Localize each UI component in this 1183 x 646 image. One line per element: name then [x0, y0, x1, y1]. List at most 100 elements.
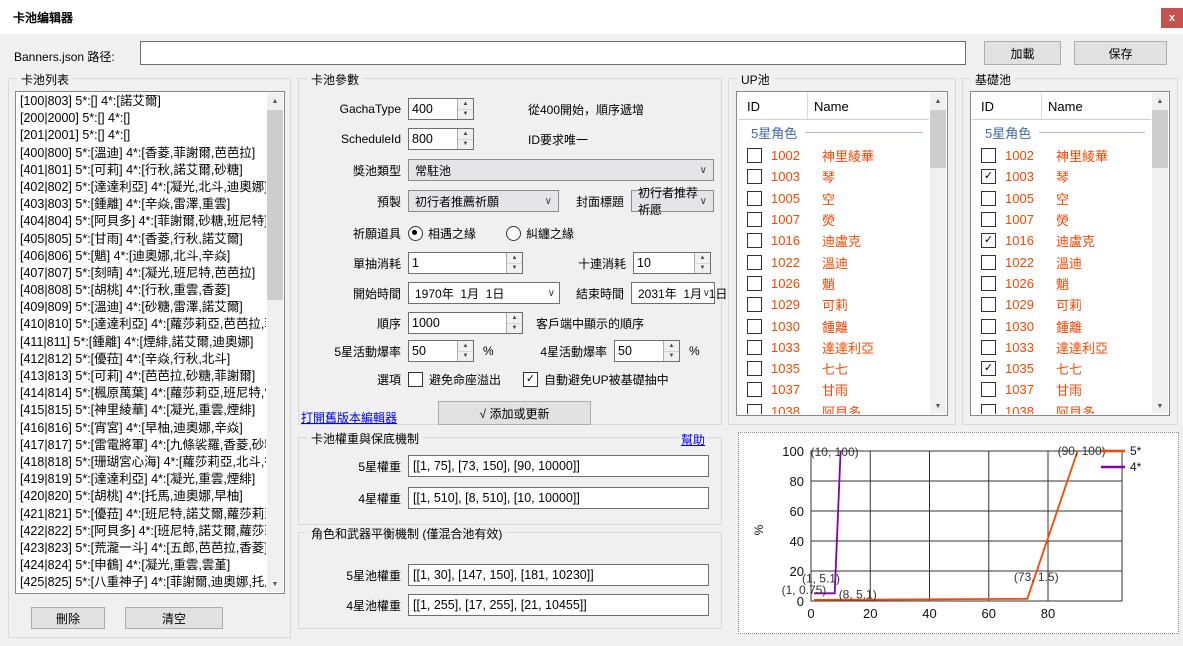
scroll-thumb[interactable] [267, 110, 283, 300]
list-item[interactable]: [421|821] 5*:[優菈] 4*:[班尼特,諾艾爾,蘿莎莉亞] [17, 506, 266, 523]
auto-avoid-up-checkbox[interactable]: ✓ [523, 372, 538, 387]
scroll-up-icon[interactable]: ▲ [1152, 93, 1168, 109]
pool-row[interactable]: 1026魈 [738, 273, 929, 294]
row-checkbox[interactable] [747, 382, 762, 397]
open-old-editor-link[interactable]: 打開舊版本編輯器 [301, 409, 397, 426]
list-item[interactable]: [423|823] 5*:[荒瀧一斗] 4*:[五郎,芭芭拉,香菱] [17, 540, 266, 557]
list-item[interactable]: [402|802] 5*:[達達利亞] 4*:[凝光,北斗,迪奧娜] [17, 179, 266, 196]
pool-row[interactable]: 1007熒 [738, 209, 929, 230]
row-checkbox[interactable] [747, 169, 762, 184]
pool-row[interactable]: 1005空 [972, 188, 1151, 209]
order-input[interactable] [412, 314, 505, 332]
gachatype-stepper[interactable]: ▲▼ [408, 98, 474, 120]
spinner-arrows-icon[interactable]: ▲▼ [694, 253, 710, 273]
close-button[interactable]: x [1161, 8, 1183, 28]
row-checkbox[interactable] [981, 255, 996, 270]
scroll-up-icon[interactable]: ▲ [267, 93, 283, 109]
pool-weight4-input[interactable] [408, 594, 709, 616]
pool-row[interactable]: ✓1016迪盧克 [972, 230, 1151, 251]
rate4-stepper[interactable]: ▲▼ [614, 340, 680, 362]
clear-button[interactable]: 清空 [125, 607, 223, 629]
row-checkbox[interactable] [747, 340, 762, 355]
pool-listbox[interactable]: [100|803] 5*:[] 4*:[諾艾爾][200|2000] 5*:[]… [15, 91, 285, 594]
row-checkbox[interactable] [747, 276, 762, 291]
weight4-input[interactable] [408, 487, 709, 509]
list-item[interactable]: [419|819] 5*:[達達利亞] 4*:[凝光,重雲,煙緋] [17, 471, 266, 488]
scroll-down-icon[interactable]: ▼ [930, 398, 946, 414]
row-checkbox[interactable] [981, 404, 996, 414]
row-checkbox[interactable] [747, 148, 762, 163]
list-item[interactable]: [404|804] 5*:[阿貝多] 4*:[菲謝爾,砂糖,班尼特] [17, 213, 266, 230]
list-item[interactable]: [425|825] 5*:[八重神子] 4*:[菲謝爾,迪奧娜,托馬] [17, 574, 266, 591]
list-item[interactable]: [200|2000] 5*:[] 4*:[] [17, 110, 266, 127]
scroll-down-icon[interactable]: ▼ [1152, 398, 1168, 414]
list-item[interactable]: [411|811] 5*:[鍾離] 4*:[煙緋,諾艾爾,迪奧娜] [17, 334, 266, 351]
radio-intertwined-fate[interactable] [506, 226, 521, 241]
pool-row[interactable]: 1037甘雨 [972, 379, 1151, 400]
pool-weight5-input[interactable] [408, 564, 709, 586]
add-or-update-button[interactable]: √ 添加或更新 [438, 401, 591, 425]
order-stepper[interactable]: ▲▼ [408, 312, 523, 334]
list-item[interactable]: [100|803] 5*:[] 4*:[諾艾爾] [17, 93, 266, 110]
row-checkbox[interactable] [981, 276, 996, 291]
list-item[interactable]: [422|822] 5*:[阿貝多] 4*:[班尼特,諾艾爾,蘿莎莉亞] [17, 523, 266, 540]
pool-list-scrollbar[interactable]: ▲ ▼ [267, 93, 283, 592]
pool-row[interactable]: ✓1003琴 [972, 166, 1151, 187]
delete-button[interactable]: 刪除 [31, 607, 105, 629]
pool-row[interactable]: 1030鍾離 [972, 315, 1151, 336]
list-item[interactable]: [405|805] 5*:[甘雨] 4*:[香菱,行秋,諾艾爾] [17, 231, 266, 248]
list-item[interactable]: [403|803] 5*:[鍾離] 4*:[辛焱,雷澤,重雲] [17, 196, 266, 213]
spinner-arrows-icon[interactable]: ▲▼ [506, 253, 522, 273]
start-time-picker[interactable]: 1970年 1月 1日 ∨ [408, 282, 560, 304]
pool-row[interactable]: 1022溫迪 [972, 251, 1151, 272]
radio-encounter-fate[interactable] [408, 226, 423, 241]
rate4-input[interactable] [618, 342, 662, 360]
spinner-arrows-icon[interactable]: ▲▼ [506, 313, 522, 333]
preset-select[interactable]: 初行者推薦祈願 ∨ [408, 190, 559, 212]
ten-cost-stepper[interactable]: ▲▼ [633, 252, 711, 274]
pool-row[interactable]: 1035七七 [738, 358, 929, 379]
rate5-input[interactable] [412, 342, 456, 360]
pool-row[interactable]: ✓1035七七 [972, 358, 1151, 379]
pool-row[interactable]: 1007熒 [972, 209, 1151, 230]
list-item[interactable]: [420|820] 5*:[胡桃] 4*:[托馬,迪奧娜,早柚] [17, 488, 266, 505]
list-item[interactable]: [418|818] 5*:[珊瑚宮心海] 4*:[蘿莎莉亞,北斗,行秋] [17, 454, 266, 471]
spinner-arrows-icon[interactable]: ▲▼ [457, 99, 473, 119]
list-item[interactable]: [408|808] 5*:[胡桃] 4*:[行秋,重雲,香菱] [17, 282, 266, 299]
row-checkbox[interactable] [981, 212, 996, 227]
spinner-arrows-icon[interactable]: ▲▼ [663, 341, 679, 361]
list-item[interactable]: [414|814] 5*:[楓原萬葉] 4*:[蘿莎莉亞,班尼特,雷澤] [17, 385, 266, 402]
scroll-down-icon[interactable]: ▼ [267, 576, 283, 592]
rate5-stepper[interactable]: ▲▼ [408, 340, 474, 362]
row-checkbox[interactable] [747, 404, 762, 414]
pool-row[interactable]: 1038阿貝多 [738, 401, 929, 414]
list-item[interactable]: [417|817] 5*:[雷電將軍] 4*:[九條裟羅,香菱,砂糖] [17, 437, 266, 454]
help-link[interactable]: 幫助 [679, 431, 707, 448]
row-checkbox[interactable] [981, 148, 996, 163]
list-item[interactable]: [412|812] 5*:[優菈] 4*:[辛焱,行秋,北斗] [17, 351, 266, 368]
row-checkbox[interactable] [981, 340, 996, 355]
pool-row[interactable]: 1029可莉 [738, 294, 929, 315]
pool-type-select[interactable]: 常駐池 ∨ [408, 159, 714, 181]
row-checkbox[interactable] [981, 319, 996, 334]
pool-row[interactable]: 1037甘雨 [738, 379, 929, 400]
end-time-picker[interactable]: 2031年 1月 1日 ∨ [631, 282, 715, 304]
pool-row[interactable]: 1033達達利亞 [738, 337, 929, 358]
list-item[interactable]: [400|800] 5*:[溫迪] 4*:[香菱,菲謝爾,芭芭拉] [17, 145, 266, 162]
base-pool-scrollbar[interactable]: ▲ ▼ [1152, 93, 1168, 414]
scroll-thumb[interactable] [930, 110, 946, 168]
row-checkbox[interactable] [747, 361, 762, 376]
single-cost-stepper[interactable]: ▲▼ [408, 252, 523, 274]
list-item[interactable]: [201|2001] 5*:[] 4*:[] [17, 127, 266, 144]
row-checkbox[interactable]: ✓ [981, 233, 996, 248]
list-item[interactable]: [409|809] 5*:[溫迪] 4*:[砂糖,雷澤,諾艾爾] [17, 299, 266, 316]
row-checkbox[interactable] [747, 255, 762, 270]
pool-row[interactable]: 1033達達利亞 [972, 337, 1151, 358]
pool-row[interactable]: 1003琴 [738, 166, 929, 187]
pool-row[interactable]: 1022溫迪 [738, 251, 929, 272]
row-checkbox[interactable] [747, 319, 762, 334]
row-checkbox[interactable] [981, 191, 996, 206]
pool-row[interactable]: 1016迪盧克 [738, 230, 929, 251]
row-checkbox[interactable] [747, 191, 762, 206]
spinner-arrows-icon[interactable]: ▲▼ [457, 341, 473, 361]
